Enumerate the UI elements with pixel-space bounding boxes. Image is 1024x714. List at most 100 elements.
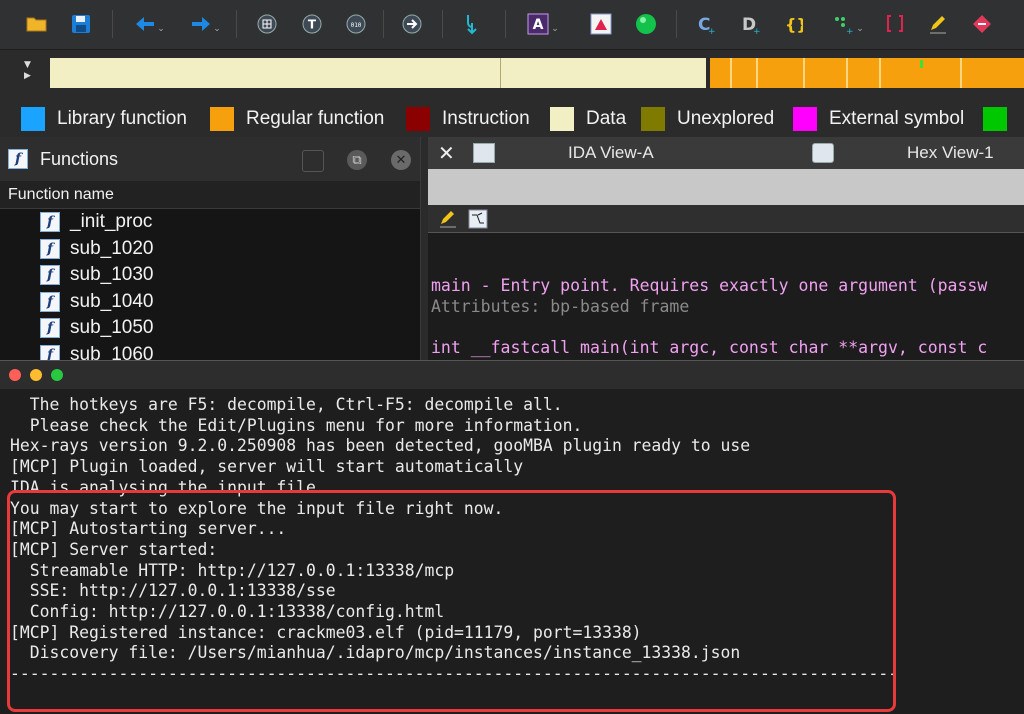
- function-icon: f: [8, 149, 28, 169]
- edit-pencil-icon[interactable]: [926, 8, 950, 40]
- main-toolbar: ⌄ ⌄ T 010 A⌄ C+ D+ {} +⌄: [0, 0, 1024, 50]
- code-line-prototype[interactable]: int __fastcall main(int argc, const char…: [431, 338, 987, 357]
- log-line: [MCP] Registered instance: crackme03.elf…: [10, 622, 642, 642]
- log-line: ----------------------------------------…: [10, 664, 899, 684]
- svg-text:T: T: [308, 18, 317, 32]
- tab-hex-view-1[interactable]: Hex View-1: [907, 143, 994, 163]
- run-green-icon[interactable]: [634, 8, 658, 40]
- code-line-attributes[interactable]: Attributes: bp-based frame: [431, 297, 689, 316]
- svg-text:+: +: [708, 27, 716, 35]
- legend-item-lumina: [983, 107, 1019, 131]
- function-name-column-header[interactable]: Function name: [0, 181, 420, 209]
- legend-label: Unexplored: [677, 108, 775, 129]
- text-icon[interactable]: T: [300, 8, 324, 40]
- edit-pencil-icon[interactable]: [438, 210, 458, 228]
- panel-close-icon[interactable]: ✕: [391, 150, 411, 170]
- function-name: sub_1020: [70, 237, 154, 259]
- function-icon: f: [40, 265, 60, 286]
- disassembly-view-icon: [473, 143, 495, 163]
- legend-item-external-symbol: External symbol: [793, 107, 964, 131]
- ascii-string-icon[interactable]: A ⌄: [523, 8, 563, 40]
- function-list-item[interactable]: f _init_proc: [0, 209, 420, 236]
- bracket-icon[interactable]: [883, 8, 907, 40]
- ida-view-overview-strip: [428, 169, 1024, 205]
- code-line-comment[interactable]: main - Entry point. Requires exactly one…: [431, 276, 987, 295]
- navigation-band[interactable]: ▼ ▶: [0, 50, 1024, 95]
- svg-text:+: +: [753, 27, 760, 35]
- function-name: sub_1040: [70, 290, 154, 312]
- svg-text:{}: {}: [785, 15, 803, 34]
- functions-panel: f Functions ⧉ ✕ Function name f _init_pr…: [0, 137, 421, 365]
- forward-arrow-icon[interactable]: ⌄: [188, 8, 224, 40]
- minimize-window-button[interactable]: [30, 369, 42, 381]
- navband-stripe: [756, 58, 758, 88]
- navband-scroll-arrows-icon[interactable]: ▼ ▶: [24, 60, 31, 82]
- function-name: sub_1050: [70, 317, 154, 339]
- close-window-button[interactable]: [9, 369, 21, 381]
- legend-swatch: [641, 107, 665, 131]
- ida-view-tabbar: ✕ IDA View-A Hex View-1: [428, 137, 1024, 169]
- log-line: Please check the Edit/Plugins menu for m…: [10, 415, 583, 435]
- panel-float-icon[interactable]: ⧉: [347, 150, 367, 170]
- legend-swatch: [550, 107, 574, 131]
- function-icon: f: [40, 291, 60, 312]
- log-line: Discovery file: /Users/mianhua/.idapro/m…: [10, 643, 741, 663]
- navband-marker: [500, 58, 501, 88]
- log-line: You may start to explore the input file …: [10, 498, 504, 518]
- log-line: [MCP] Autostarting server...: [10, 519, 287, 539]
- toolbar-separator: [112, 10, 113, 38]
- make-code-icon[interactable]: C +: [694, 8, 718, 40]
- tab-ida-view-a[interactable]: IDA View-A: [568, 143, 654, 163]
- grid-icon[interactable]: [255, 8, 279, 40]
- graph-view-icon[interactable]: [468, 209, 488, 229]
- toolbar-separator: [505, 10, 506, 38]
- legend-label: Data: [586, 108, 627, 129]
- save-disk-icon[interactable]: [68, 8, 94, 40]
- log-line: [MCP] Server started:: [10, 539, 218, 559]
- navband-data-region[interactable]: [50, 58, 706, 88]
- open-folder-icon[interactable]: [24, 8, 50, 40]
- flag-icon[interactable]: [589, 8, 613, 40]
- hex-view-icon: [812, 143, 834, 163]
- legend-item-instruction: Instruction: [406, 107, 530, 131]
- legend-swatch: [21, 107, 45, 131]
- back-arrow-icon[interactable]: ⌄: [132, 8, 168, 40]
- navband-stripe: [960, 58, 962, 88]
- array-icon[interactable]: + ⌄: [828, 8, 868, 40]
- toolbar-separator: [383, 10, 384, 38]
- stop-breakpoint-icon[interactable]: [970, 8, 994, 40]
- jump-icon[interactable]: [400, 8, 424, 40]
- function-list-item[interactable]: f sub_1050: [0, 315, 420, 342]
- legend-swatch: [406, 107, 430, 131]
- make-data-icon[interactable]: D +: [738, 8, 762, 40]
- navband-stripe: [803, 58, 805, 88]
- legend-label: Library function: [57, 108, 187, 129]
- function-list-item[interactable]: f sub_1030: [0, 262, 420, 289]
- function-icon: f: [40, 238, 60, 259]
- function-list-item[interactable]: f sub_1020: [0, 236, 420, 263]
- legend-label: External symbol: [829, 108, 965, 129]
- legend-item-library-function: Library function: [21, 107, 187, 131]
- tab-close-icon[interactable]: ✕: [438, 141, 455, 166]
- ida-view-panel: ✕ IDA View-A Hex View-1 main - Entry poi…: [428, 137, 1024, 360]
- function-icon: f: [40, 212, 60, 233]
- log-line: Hex-rays version 9.2.0.250908 has been d…: [10, 436, 751, 456]
- function-name: sub_1030: [70, 264, 154, 286]
- toolbar-separator: [676, 10, 677, 38]
- function-list-item[interactable]: f sub_1040: [0, 289, 420, 316]
- navband-stripe: [879, 58, 881, 88]
- binary-icon[interactable]: 010: [344, 8, 368, 40]
- navband-current-position: [920, 60, 923, 68]
- log-line: The hotkeys are F5: decompile, Ctrl-F5: …: [10, 395, 563, 414]
- legend-item-unexplored: Unexplored: [641, 107, 774, 131]
- log-line: Streamable HTTP: http://127.0.0.1:13338/…: [10, 560, 455, 580]
- log-line: IDA is analysing the input file...: [10, 477, 346, 497]
- output-log[interactable]: The hotkeys are F5: decompile, Ctrl-F5: …: [10, 395, 898, 685]
- legend-label: Regular function: [246, 108, 385, 129]
- panel-pin-icon[interactable]: [302, 150, 324, 172]
- make-struct-icon[interactable]: {}: [781, 8, 805, 40]
- zoom-window-button[interactable]: [51, 369, 63, 381]
- output-window-titlebar[interactable]: [0, 361, 1024, 389]
- step-down-icon[interactable]: [460, 8, 484, 40]
- navband-stripe: [730, 58, 732, 88]
